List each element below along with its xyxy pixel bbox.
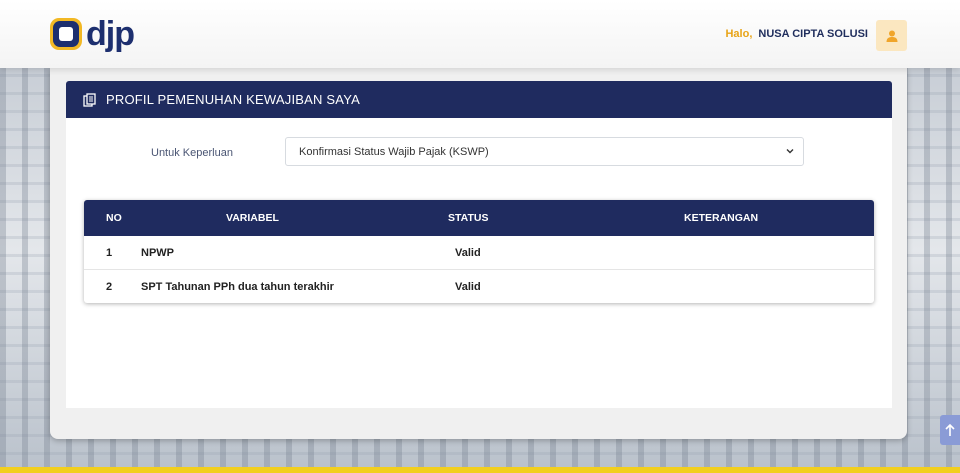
cell-status: Valid <box>455 247 481 259</box>
document-icon <box>83 92 97 107</box>
cell-variabel: NPWP <box>141 247 174 259</box>
cell-variabel: SPT Tahunan PPh dua tahun terakhir <box>141 281 334 293</box>
panel-title: PROFIL PEMENUHAN KEWAJIBAN SAYA <box>106 92 360 107</box>
main-card: PROFIL PEMENUHAN KEWAJIBAN SAYA Untuk Ke… <box>50 68 907 439</box>
panel-header: PROFIL PEMENUHAN KEWAJIBAN SAYA <box>66 81 892 118</box>
purpose-label: Untuk Keperluan <box>151 147 233 159</box>
djp-logo-icon <box>50 18 82 50</box>
col-status: STATUS <box>448 212 489 224</box>
table-row: 1 NPWP Valid <box>84 236 874 269</box>
user-greeting: Halo, NUSA CIPTA SOLUSI <box>725 28 868 40</box>
col-variabel: VARIABEL <box>226 212 279 224</box>
panel-body: Untuk Keperluan Konfirmasi Status Wajib … <box>66 118 892 408</box>
kswp-table: NO VARIABEL STATUS KETERANGAN 1 NPWP Val… <box>84 200 874 303</box>
cell-no: 1 <box>106 247 113 259</box>
user-icon <box>886 30 897 42</box>
purpose-select[interactable]: Konfirmasi Status Wajib Pajak (KSWP) <box>285 137 804 166</box>
col-keterangan: KETERANGAN <box>684 212 759 224</box>
logo-text: djp <box>86 15 135 53</box>
chevron-down-icon <box>786 149 794 154</box>
arrow-up-icon <box>945 423 955 436</box>
greeting-label: Halo, <box>725 28 753 40</box>
scroll-top-button[interactable] <box>940 415 960 445</box>
cell-no: 2 <box>106 281 113 293</box>
cell-status: Valid <box>455 281 481 293</box>
user-avatar[interactable] <box>876 20 907 51</box>
purpose-select-value: Konfirmasi Status Wajib Pajak (KSWP) <box>299 145 489 158</box>
table-row: 2 SPT Tahunan PPh dua tahun terakhir Val… <box>84 269 874 303</box>
user-name[interactable]: NUSA CIPTA SOLUSI <box>758 28 868 40</box>
top-header: djp Halo, NUSA CIPTA SOLUSI <box>0 0 960 68</box>
table-header: NO VARIABEL STATUS KETERANGAN <box>84 200 874 236</box>
djp-logo[interactable]: djp <box>50 14 135 54</box>
col-no: NO <box>106 212 122 224</box>
